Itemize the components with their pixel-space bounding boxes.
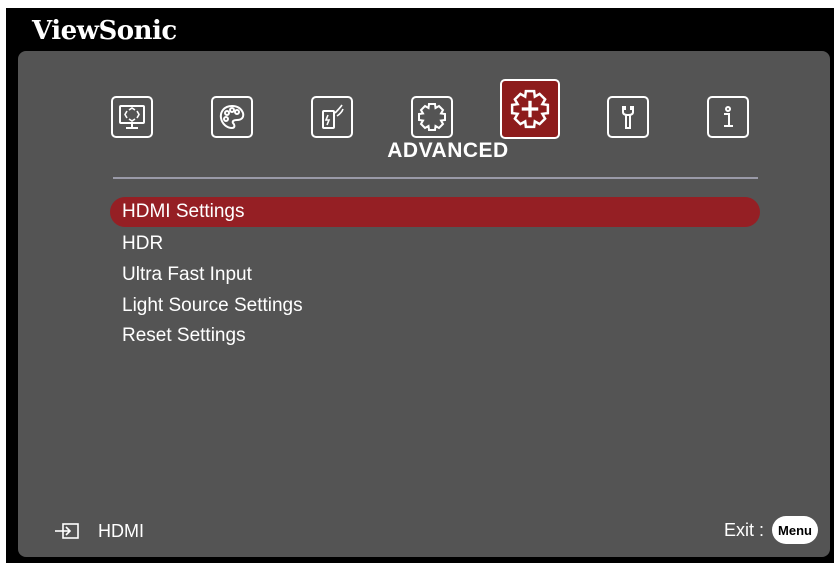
menu-item-ultra-fast-input[interactable]: Ultra Fast Input xyxy=(110,260,760,290)
display-icon xyxy=(119,105,145,129)
tab-power-management[interactable] xyxy=(311,96,353,138)
palette-icon xyxy=(219,104,245,130)
gear-icon xyxy=(418,103,446,131)
tab-advanced[interactable] xyxy=(500,79,560,139)
input-source-label: HDMI xyxy=(98,520,144,541)
power-management-icon xyxy=(322,104,344,129)
exit-label: Exit : xyxy=(723,519,764,540)
tab-color[interactable] xyxy=(211,96,253,138)
tab-title: ADVANCED xyxy=(387,139,509,162)
menu-item-reset-settings[interactable]: Reset Settings xyxy=(110,321,760,351)
osd-panel: ADVANCED HDMI Settings HDR Ultra Fast In… xyxy=(18,51,830,557)
tab-basic[interactable] xyxy=(411,96,453,138)
osd-frame: ViewSonic ADVANCED HDMI Settings HDR Ult… xyxy=(6,8,834,563)
menu-button[interactable]: Menu xyxy=(772,516,818,544)
wrench-icon xyxy=(622,106,634,129)
advanced-gear-plus-icon xyxy=(510,89,550,129)
divider xyxy=(113,177,758,179)
input-source-icon xyxy=(55,523,79,539)
input-source-indicator: HDMI xyxy=(54,519,144,543)
menu-item-hdmi-settings[interactable]: HDMI Settings xyxy=(110,197,760,227)
menu-item-hdr[interactable]: HDR xyxy=(110,229,760,259)
info-icon xyxy=(724,106,733,127)
menu-item-light-source-settings[interactable]: Light Source Settings xyxy=(110,291,760,321)
brand-logo: ViewSonic xyxy=(32,16,177,46)
tab-information[interactable] xyxy=(707,96,749,138)
exit-hint: Exit : Menu xyxy=(724,514,818,546)
tab-settings[interactable] xyxy=(607,96,649,138)
tab-display[interactable] xyxy=(111,96,153,138)
